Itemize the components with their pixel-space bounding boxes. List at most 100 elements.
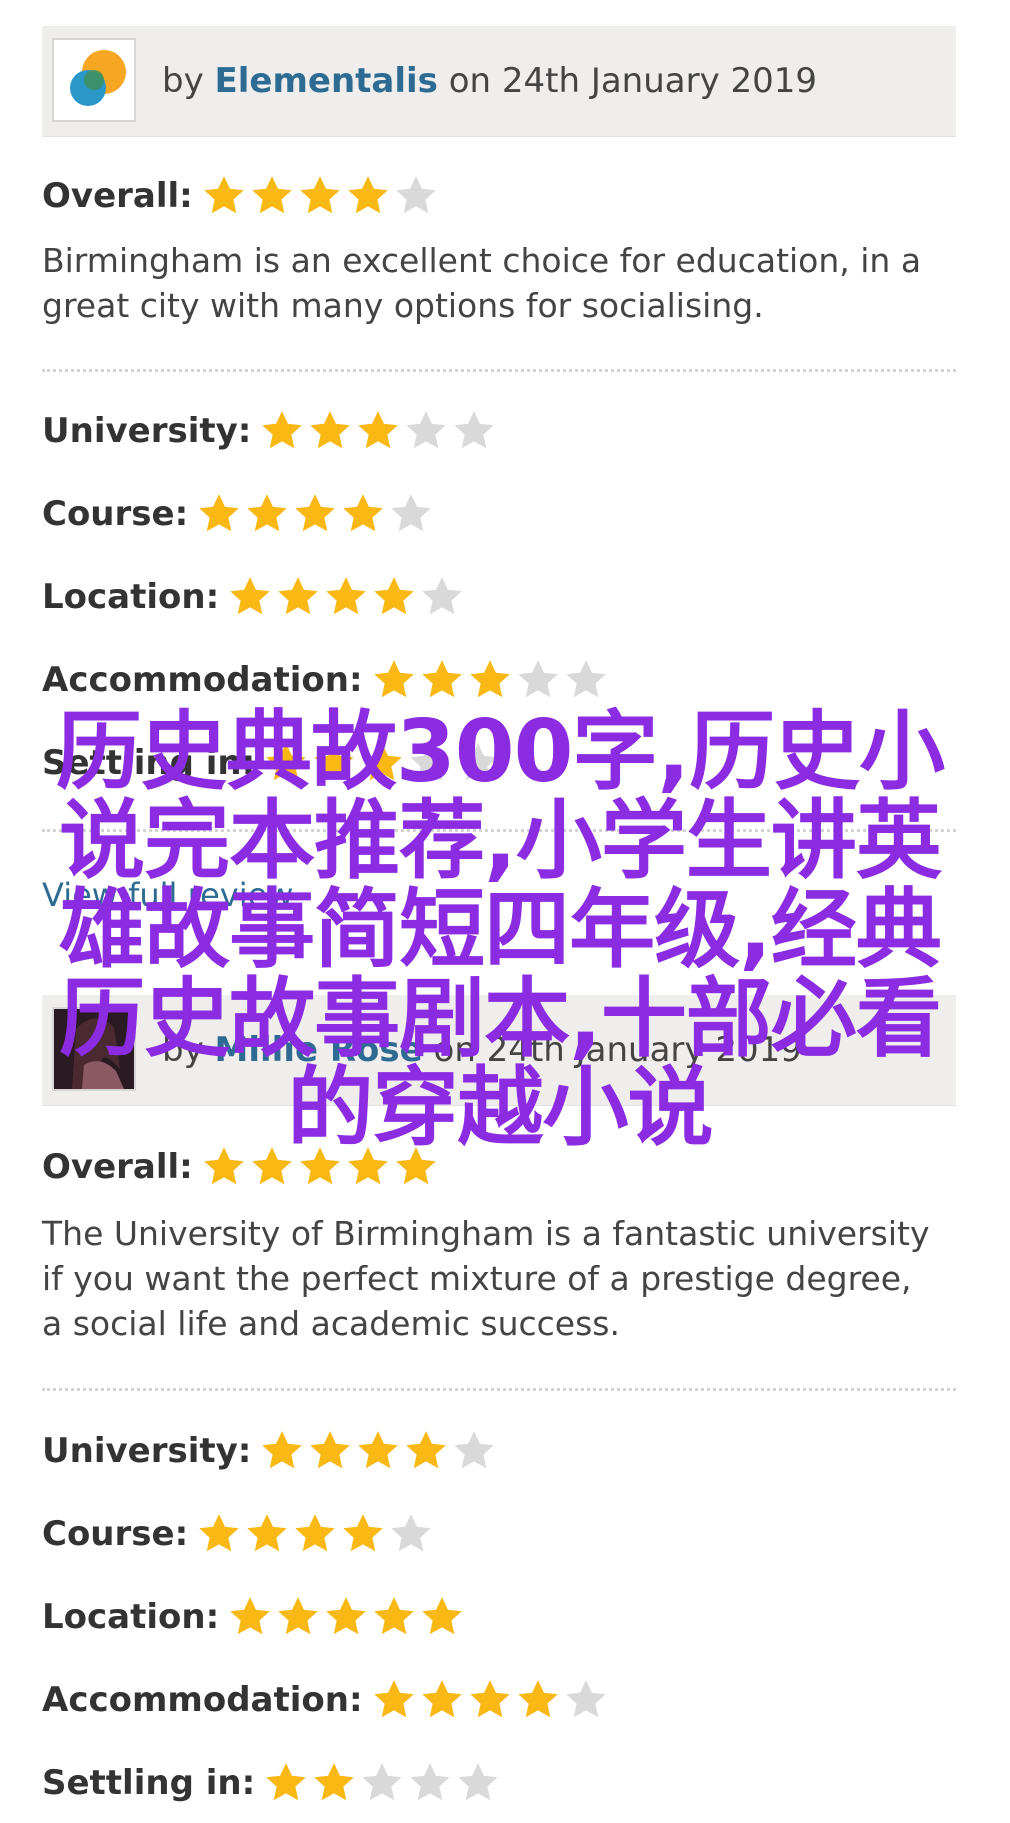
- review-comment: The University of Birmingham is a fantas…: [42, 1214, 930, 1343]
- rating-label: Settling in:: [42, 1763, 256, 1803]
- star-filled-icon: [266, 743, 306, 781]
- reviewer-avatar[interactable]: [52, 1007, 136, 1091]
- star-filled-icon: [373, 660, 414, 698]
- star-filled-icon: [469, 660, 510, 698]
- reviewer-avatar[interactable]: [52, 38, 136, 122]
- star-empty-icon: [565, 1680, 606, 1718]
- overall-rating: Overall:: [42, 1137, 441, 1197]
- star-rating: [259, 1428, 499, 1474]
- star-filled-icon: [295, 494, 335, 532]
- star-empty-icon: [454, 411, 495, 449]
- view-full-review-link[interactable]: View full review: [42, 876, 293, 914]
- by-prefix: by: [162, 61, 204, 101]
- star-filled-icon: [295, 1514, 335, 1552]
- overall-label: Overall:: [42, 176, 193, 216]
- star-filled-icon: [348, 1147, 388, 1185]
- star-filled-icon: [204, 176, 244, 214]
- star-filled-icon: [230, 1597, 270, 1635]
- rating-label: Accommodation:: [42, 660, 363, 700]
- star-filled-icon: [310, 411, 351, 449]
- rating-location: Location:: [42, 1587, 467, 1647]
- divider: [42, 829, 956, 832]
- rating-label: Course:: [42, 1514, 189, 1554]
- star-rating: [263, 1760, 503, 1806]
- star-rating: [196, 1511, 436, 1557]
- rating-university: University:: [42, 1421, 499, 1481]
- star-filled-icon: [300, 1147, 340, 1185]
- star-empty-icon: [458, 1763, 498, 1801]
- star-filled-icon: [517, 1680, 558, 1718]
- rating-course: Course:: [42, 1504, 436, 1564]
- rating-label: Accommodation:: [42, 1680, 363, 1720]
- rating-university: University:: [42, 401, 499, 461]
- star-rating: [201, 173, 441, 219]
- star-filled-icon: [374, 1597, 414, 1635]
- star-empty-icon: [362, 1763, 402, 1801]
- star-filled-icon: [310, 1431, 351, 1469]
- star-filled-icon: [421, 1680, 462, 1718]
- star-filled-icon: [278, 577, 318, 615]
- review-date: on 24th January 2019: [448, 61, 818, 101]
- star-filled-icon: [362, 743, 402, 781]
- review-byline: by Millie Rose on 24th January 2019: [162, 995, 802, 1105]
- star-filled-icon: [343, 494, 383, 532]
- star-filled-icon: [300, 176, 340, 214]
- star-filled-icon: [247, 494, 287, 532]
- star-empty-icon: [391, 1514, 431, 1552]
- review-header: by Elementalis on 24th January 2019: [42, 26, 956, 137]
- star-filled-icon: [396, 1147, 436, 1185]
- divider: [42, 369, 956, 372]
- overall-label: Overall:: [42, 1147, 193, 1187]
- star-filled-icon: [199, 494, 239, 532]
- star-filled-icon: [278, 1597, 318, 1635]
- star-rating: [227, 574, 467, 620]
- star-filled-icon: [199, 1514, 239, 1552]
- star-empty-icon: [406, 411, 447, 449]
- rating-label: Course:: [42, 494, 189, 534]
- star-empty-icon: [396, 176, 436, 214]
- star-filled-icon: [252, 1147, 292, 1185]
- star-filled-icon: [326, 1597, 366, 1635]
- star-rating: [263, 740, 503, 786]
- star-filled-icon: [358, 411, 399, 449]
- star-rating: [371, 657, 611, 703]
- rating-label: University:: [42, 411, 252, 451]
- star-empty-icon: [517, 660, 558, 698]
- rating-label: Settling in:: [42, 743, 256, 783]
- review-header: by Millie Rose on 24th January 2019: [42, 995, 956, 1106]
- divider: [42, 1388, 956, 1391]
- rating-settling-in: Settling in:: [42, 733, 503, 793]
- star-rating: [201, 1144, 441, 1190]
- review-byline: by Elementalis on 24th January 2019: [162, 26, 817, 136]
- star-empty-icon: [565, 660, 606, 698]
- star-filled-icon: [422, 1597, 462, 1635]
- star-empty-icon: [410, 1763, 450, 1801]
- star-empty-icon: [410, 743, 450, 781]
- star-empty-icon: [391, 494, 431, 532]
- author-link[interactable]: Millie Rose: [215, 1030, 423, 1070]
- rating-location: Location:: [42, 567, 467, 627]
- star-filled-icon: [247, 1514, 287, 1552]
- rating-accommodation: Accommodation:: [42, 1670, 611, 1730]
- review-date: on 24th January 2019: [433, 1030, 802, 1070]
- rating-label: University:: [42, 1431, 252, 1471]
- star-filled-icon: [204, 1147, 244, 1185]
- star-filled-icon: [262, 1431, 303, 1469]
- rating-label: Location:: [42, 1597, 220, 1637]
- star-empty-icon: [422, 577, 462, 615]
- author-link[interactable]: Elementalis: [215, 61, 438, 101]
- star-filled-icon: [314, 1763, 354, 1801]
- by-prefix: by: [162, 1030, 204, 1070]
- star-rating: [196, 491, 436, 537]
- rating-course: Course:: [42, 484, 436, 544]
- star-filled-icon: [358, 1431, 399, 1469]
- review-card-1: by Elementalis on 24th January 2019 Over…: [42, 26, 956, 914]
- star-filled-icon: [421, 660, 462, 698]
- rating-label: Location:: [42, 577, 220, 617]
- star-empty-icon: [454, 1431, 495, 1469]
- avatar-photo-icon: [54, 1009, 134, 1089]
- star-filled-icon: [314, 743, 354, 781]
- star-empty-icon: [458, 743, 498, 781]
- star-filled-icon: [230, 577, 270, 615]
- star-filled-icon: [262, 411, 303, 449]
